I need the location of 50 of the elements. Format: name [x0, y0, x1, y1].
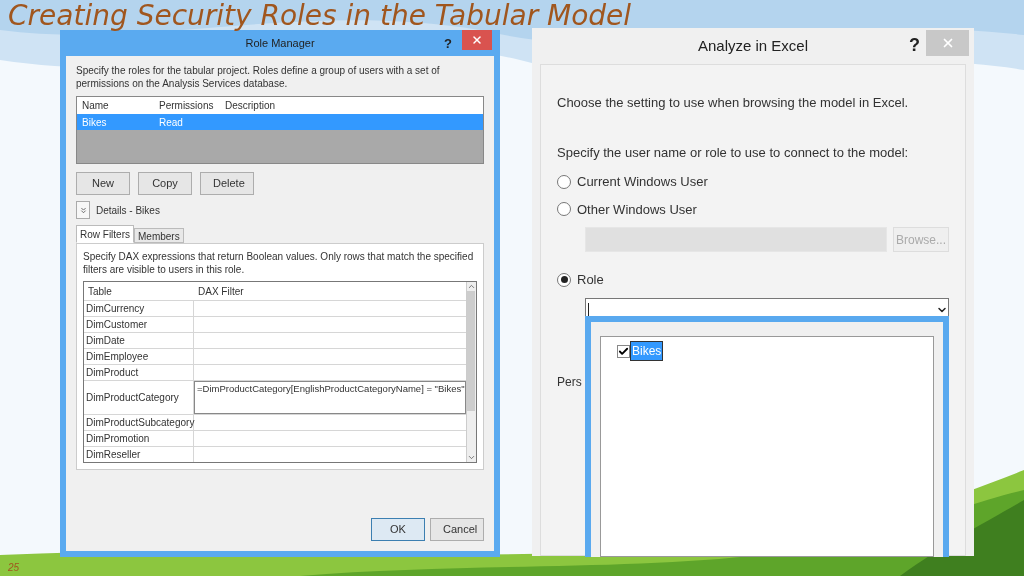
- window-title: Role Manager: [245, 35, 315, 51]
- radio-button[interactable]: [557, 174, 571, 189]
- slide-title: Creating Security Roles in the Tabular Model: [8, 0, 632, 32]
- help-button[interactable]: ?: [909, 32, 920, 59]
- tab[interactable]: Row Filters: [76, 225, 134, 243]
- action-button[interactable]: Delete: [200, 172, 254, 195]
- table-cell-text: Bikes: [81, 115, 108, 130]
- tab[interactable]: Members: [134, 228, 184, 243]
- table-cell: DimReseller: [84, 447, 194, 462]
- description-text: Specify the roles for the tabular project. Roles define a group of users with a set of permissions on the Analysis Services database.: [76, 64, 441, 90]
- column-header: Table: [87, 284, 113, 299]
- perspective-label: Pers: [557, 373, 583, 391]
- filter-hint-text: Specify DAX expressions that return Boolean values. Only rows that match the specified filters are visible to users in this role.: [83, 250, 475, 276]
- close-button[interactable]: [462, 30, 492, 50]
- table-cell: DimPromotion: [84, 431, 194, 446]
- table-cell: DimDate: [84, 333, 194, 348]
- column-header: DAX Filter: [197, 284, 245, 299]
- action-button[interactable]: Copy: [138, 172, 192, 195]
- radio-button[interactable]: [557, 202, 571, 217]
- option-label: Current Windows User: [577, 173, 708, 191]
- slide-number: 25: [8, 561, 20, 575]
- table-cell-text: Read: [158, 115, 184, 130]
- checkbox[interactable]: [617, 344, 630, 358]
- table-cell: DimProduct: [84, 365, 194, 380]
- radio-button[interactable]: [557, 272, 571, 287]
- action-button[interactable]: New: [76, 172, 130, 195]
- column-header: Description: [224, 99, 277, 113]
- scrollbar[interactable]: [465, 282, 476, 462]
- close-icon: [471, 34, 483, 46]
- scroll-down-icon: [466, 453, 476, 462]
- column-header: Permissions: [158, 99, 215, 113]
- table-cell: DimProductCategory: [84, 381, 194, 414]
- dialog-button[interactable]: Cancel: [430, 518, 484, 541]
- question-text: Specify the user name or role to use to connect to the model:: [557, 143, 910, 162]
- details-label: Details - Bikes: [96, 203, 160, 218]
- scroll-up-icon: [466, 282, 476, 291]
- table-cell: DimEmployee: [84, 349, 194, 364]
- table-cell: DimCustomer: [84, 317, 194, 332]
- option-label: Other Windows User: [577, 200, 697, 219]
- dialog-button[interactable]: OK: [371, 518, 425, 541]
- table-cell: DimCurrency: [84, 301, 194, 316]
- help-button[interactable]: ?: [444, 36, 452, 51]
- details-toggle-button[interactable]: [76, 201, 90, 219]
- dax-filter-input[interactable]: =DimProductCategory[EnglishProductCategoryName] = "Bikes": [194, 381, 466, 414]
- window-title: Analyze in Excel: [697, 35, 809, 56]
- option-label: Role: [577, 271, 604, 289]
- column-header: Name: [81, 99, 110, 113]
- table-cell: DimProductSubcategory: [84, 415, 194, 430]
- prompt-text: Choose the setting to use when browsing the model in Excel.: [557, 94, 910, 112]
- double-chevron-icon: [78, 205, 88, 215]
